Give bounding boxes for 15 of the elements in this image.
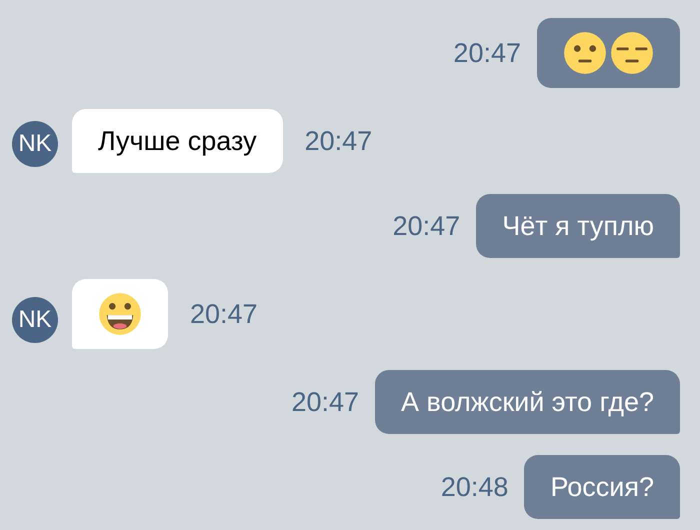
message-time: 20:47 (291, 386, 360, 418)
message-time: 20:47 (392, 210, 460, 242)
neutral-face-icon (563, 31, 607, 75)
message-time: 20:48 (440, 472, 508, 502)
message-bubble: Лучше сразу (72, 109, 283, 173)
message-bubble: Россия? (524, 455, 680, 519)
message-time: 20:47 (304, 126, 372, 156)
message-time: 20:47 (190, 298, 258, 330)
expressionless-face-icon (610, 31, 654, 75)
avatar[interactable]: NK (12, 297, 58, 343)
message-bubble: Чёт я туплю (476, 194, 680, 258)
message-bubble: А волжский это где? (375, 370, 680, 434)
message-time: 20:47 (453, 38, 521, 68)
grinning-face-icon (98, 292, 142, 336)
avatar[interactable]: NK (12, 121, 58, 167)
